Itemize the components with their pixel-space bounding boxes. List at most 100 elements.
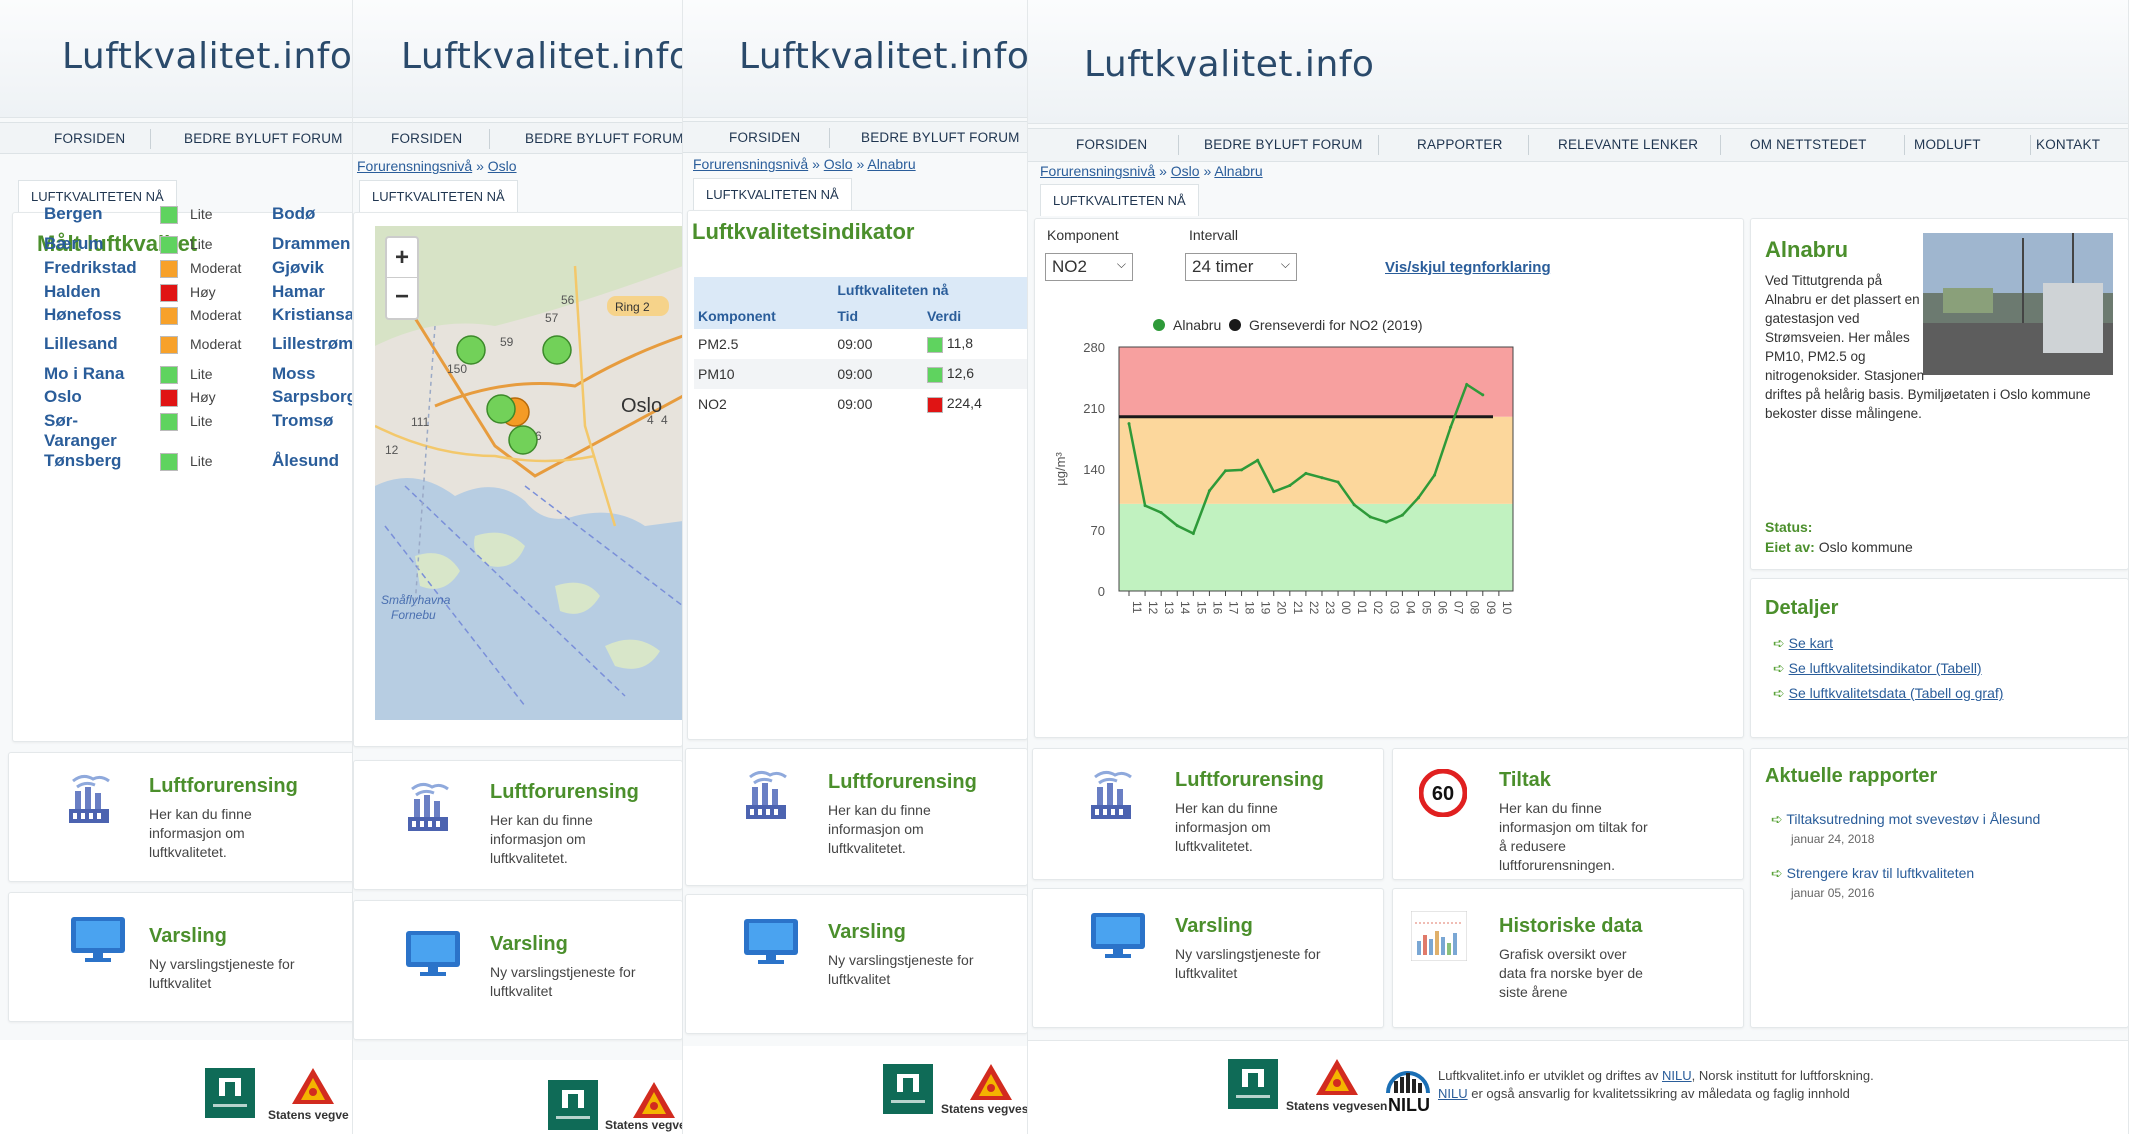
feature-varsling[interactable]: Varsling Ny varslingstjeneste for luftkva… <box>8 892 352 1022</box>
feature-text: Her kan du finne informasjon om luftkvalit… <box>490 812 593 866</box>
toggle-legend-link[interactable]: Vis/skjul tegnforklaring <box>1385 259 1551 276</box>
breadcrumb: Forurensningsnivå » Oslo » Alnabru <box>1040 163 1263 179</box>
breadcrumb-oslo-link[interactable]: Oslo <box>1171 163 1200 179</box>
nav-relevante-lenker[interactable]: RELEVANTE LENKER <box>1558 137 1698 152</box>
level-label: Moderat <box>190 336 242 352</box>
link-data-tabell-graf[interactable]: Se luftkvalitetsdata (Tabell og graf) <box>1789 685 2004 701</box>
breadcrumb-level-link[interactable]: Forurensningsnivå <box>693 156 808 172</box>
feature-varsling[interactable]: Varsling Ny varslingstjeneste for luftkva… <box>353 900 682 1040</box>
feature-luftforurensing[interactable]: Luftforurensing Her kan du finne informas… <box>1032 748 1384 880</box>
city-link[interactable]: Mo i Rana <box>44 364 124 384</box>
station-marker[interactable] <box>542 335 572 365</box>
nav-rapporter[interactable]: RAPPORTER <box>1417 137 1503 152</box>
breadcrumb-oslo-link[interactable]: Oslo <box>824 156 853 172</box>
breadcrumb-alnabru-link[interactable]: Alnabru <box>1214 163 1262 179</box>
nav-om-nettstedet[interactable]: OM NETTSTEDET <box>1750 137 1867 152</box>
feature-varsling[interactable]: Varsling Ny varslingstjeneste for luftkva… <box>1032 888 1384 1028</box>
city-link[interactable]: Lillesand <box>44 334 118 354</box>
feature-varsling[interactable]: Varsling Ny varslingstjeneste for luftkva… <box>685 894 1027 1034</box>
city-link[interactable]: Hamar <box>272 282 325 302</box>
site-title[interactable]: Luftkvalitet.info <box>739 36 1027 77</box>
nav-forsiden[interactable]: FORSIDEN <box>1076 137 1147 152</box>
site-title[interactable]: Luftkvalitet.info <box>1084 44 1374 85</box>
owner-row: Eiet av: Oslo kommune <box>1765 539 1913 555</box>
city-link[interactable]: Moss <box>272 364 315 384</box>
city-link[interactable]: Drammen <box>272 234 350 254</box>
col-head-now: Luftkvaliteten nå <box>837 282 949 298</box>
feature-luftforurensing[interactable]: Luftforurensing Her kan du finne informas… <box>8 752 352 882</box>
breadcrumb-alnabru-link[interactable]: Alnabru <box>867 156 915 172</box>
city-link[interactable]: Hønefoss <box>44 305 121 325</box>
site-title[interactable]: Luftkvalitet.info <box>62 36 352 77</box>
svg-text:60: 60 <box>1432 783 1454 805</box>
intervall-select[interactable]: 24 timer ⌵ <box>1185 253 1297 281</box>
city-link[interactable]: Halden <box>44 282 101 302</box>
nav-bedre-byluft[interactable]: BEDRE BYLUFT FORUM <box>1204 137 1363 152</box>
zoom-in-button[interactable]: + <box>387 238 417 278</box>
feature-tiltak[interactable]: 60 Tiltak Her kan du finne informasjon om… <box>1392 748 1744 880</box>
tab-luftkvaliteten-na[interactable]: LUFTKVALITETEN NÅ <box>1040 184 1199 216</box>
data-point <box>1272 490 1276 494</box>
x-tick-label: 14 <box>1178 601 1192 615</box>
city-link[interactable]: Fredrikstad <box>44 258 137 278</box>
col-tid: Tid <box>837 308 859 324</box>
report-item[interactable]: ➪ Tiltaksutredning mot svevestøv i Ålesu… <box>1771 811 2040 846</box>
city-link[interactable]: Oslo <box>44 387 82 407</box>
nav-bedre-byluft[interactable]: BEDRE BYLUFT FORUM <box>184 131 343 146</box>
nilu-link[interactable]: NILU <box>1438 1086 1468 1101</box>
data-point <box>1256 458 1260 462</box>
city-link[interactable]: Sarpsborg <box>272 387 352 407</box>
breadcrumb-level-link[interactable]: Forurensningsnivå <box>357 158 472 174</box>
feature-luftforurensing[interactable]: Luftforurensing Her kan du finne informas… <box>353 760 682 890</box>
nav-bedre-byluft[interactable]: BEDRE BYLUFT FORUM <box>525 131 682 146</box>
y-tick-label: 70 <box>1091 523 1105 538</box>
nav-bedre-byluft[interactable]: BEDRE BYLUFT FORUM <box>861 130 1020 145</box>
city-link[interactable]: Tønsberg <box>44 451 121 471</box>
zoom-out-button[interactable]: − <box>387 278 417 318</box>
city-link[interactable]: Sør- <box>44 411 78 431</box>
site-title[interactable]: Luftkvalitet.info <box>401 36 682 77</box>
city-link[interactable]: Bærum <box>44 234 104 254</box>
breadcrumb-level-link[interactable]: Forurensningsnivå <box>1040 163 1155 179</box>
x-tick-label: 03 <box>1387 601 1401 615</box>
city-link-line2[interactable]: Varanger <box>44 431 117 451</box>
feature-luftforurensing[interactable]: Luftforurensing Her kan du finne informas… <box>685 748 1027 886</box>
station-marker[interactable] <box>486 394 516 424</box>
arrow-right-icon: ➪ <box>1773 660 1785 676</box>
city-link[interactable]: Gjøvik <box>272 258 324 278</box>
vegvesen-logo <box>290 1066 336 1106</box>
site-header: Luftkvalitet.info <box>1028 0 2128 124</box>
data-point <box>1304 471 1308 475</box>
x-tick-label: 21 <box>1291 601 1305 615</box>
link-indikator-tabell[interactable]: Se luftkvalitetsindikator (Tabell) <box>1789 660 1982 676</box>
komponent-select[interactable]: NO2 ⌵ <box>1045 253 1133 281</box>
nilu-link[interactable]: NILU <box>1662 1068 1692 1083</box>
city-link[interactable]: Lillestrøm <box>272 334 352 354</box>
svg-text:56: 56 <box>561 293 575 307</box>
report-item[interactable]: ➪ Strengere krav til luftkvaliteten janu… <box>1771 865 1974 900</box>
tab-luftkvaliteten-na[interactable]: LUFTKVALITETEN NÅ <box>359 180 518 212</box>
nav-kontakt[interactable]: KONTAKT <box>2036 137 2100 152</box>
level-indicator <box>160 260 178 278</box>
x-tick-label: 10 <box>1500 601 1514 615</box>
station-marker[interactable] <box>456 335 486 365</box>
city-link[interactable]: Ålesund <box>272 451 339 471</box>
map[interactable]: 150 59 57 56 12 111 6 4 4 Oslo Ring 2 Sm… <box>375 226 683 720</box>
link-se-kart[interactable]: Se kart <box>1789 635 1833 651</box>
tab-luftkvaliteten-na[interactable]: LUFTKVALITETEN NÅ <box>693 178 852 210</box>
city-link[interactable]: Bergen <box>44 204 103 224</box>
city-link[interactable]: Tromsø <box>272 411 333 431</box>
breadcrumb-oslo-link[interactable]: Oslo <box>488 158 517 174</box>
col-verdi: Verdi <box>926 308 962 324</box>
miljodirektoratet-logo <box>1228 1059 1278 1109</box>
nav-forsiden[interactable]: FORSIDEN <box>54 131 125 146</box>
nav-modluft[interactable]: MODLUFT <box>1914 137 1981 152</box>
panel-station-detail: Luftkvalitet.info FORSIDEN BEDRE BYLUFT … <box>1028 0 2129 1134</box>
station-marker[interactable] <box>508 425 538 455</box>
nav-forsiden[interactable]: FORSIDEN <box>729 130 800 145</box>
vegvesen-text: Statens vegve <box>268 1108 349 1122</box>
city-link[interactable]: Bodø <box>272 204 315 224</box>
city-link[interactable]: Kristiansa <box>272 305 352 325</box>
nav-forsiden[interactable]: FORSIDEN <box>391 131 462 146</box>
feature-historiske-data[interactable]: Historiske data Grafisk oversikt over dat… <box>1392 888 1744 1028</box>
